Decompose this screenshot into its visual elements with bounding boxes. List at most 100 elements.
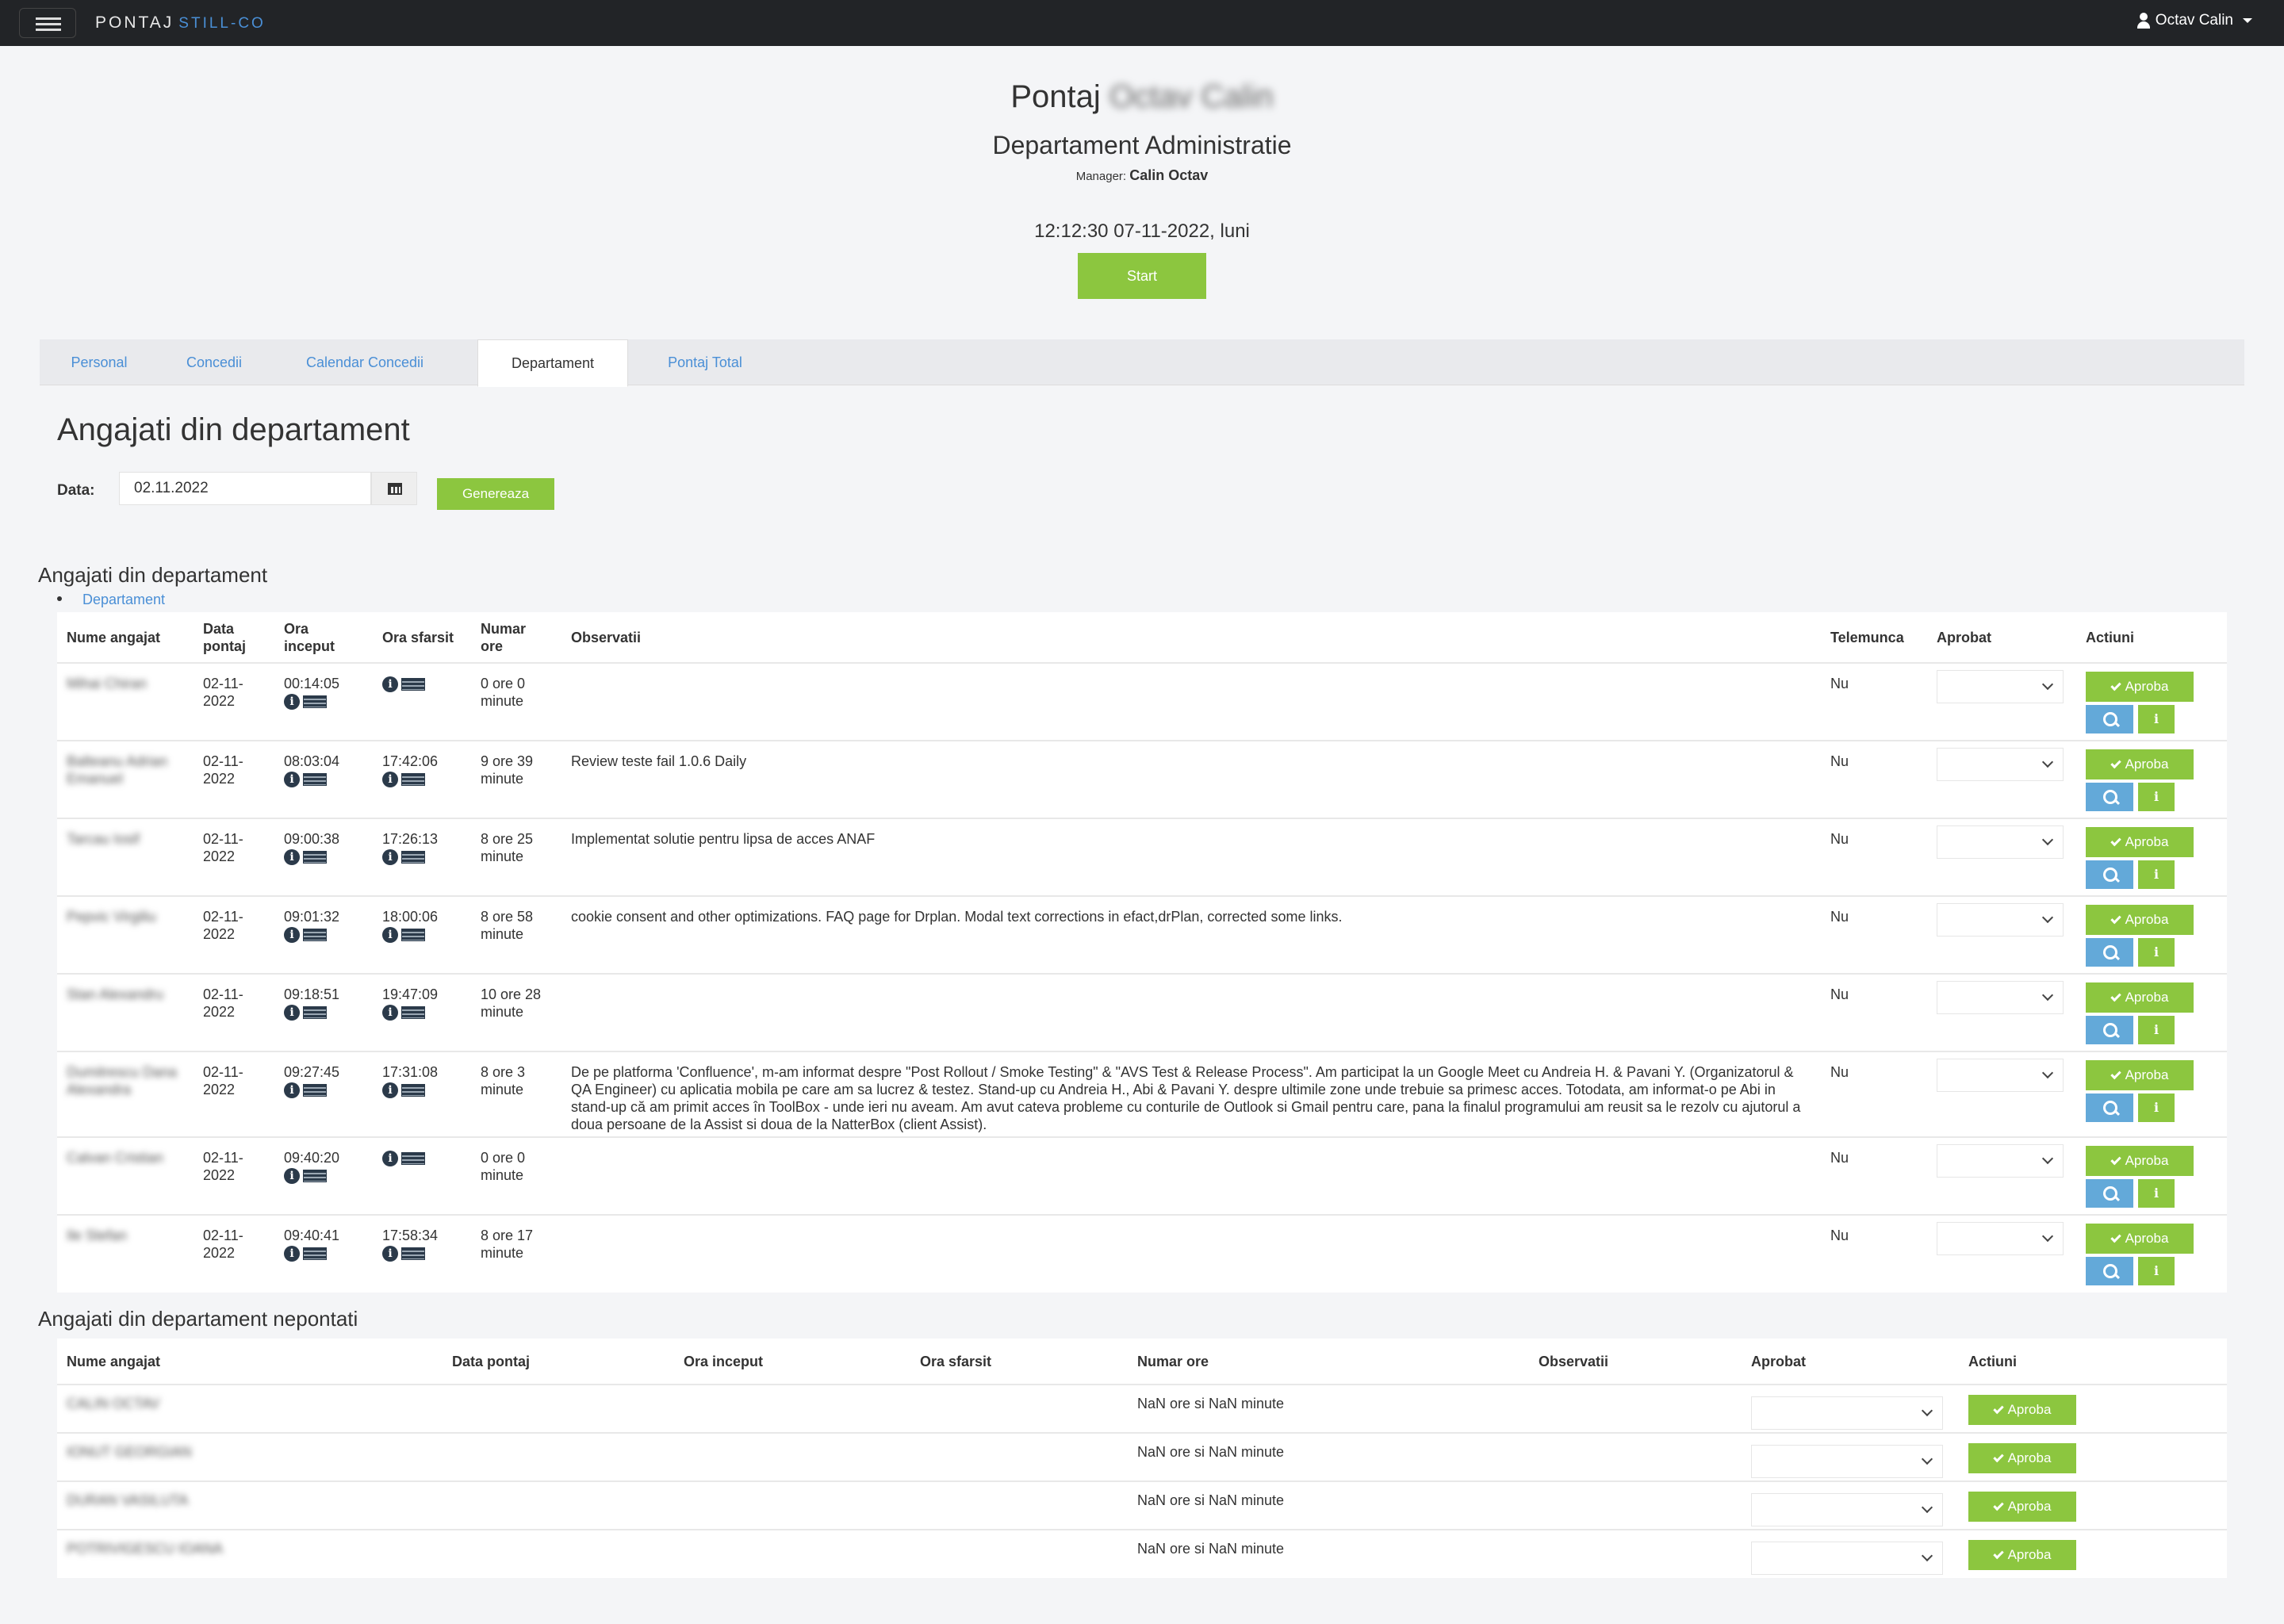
start-button[interactable]: Start <box>1078 253 1206 299</box>
info-icon[interactable]: i <box>382 927 398 943</box>
search-button[interactable] <box>2086 1257 2133 1285</box>
search-button[interactable] <box>2086 705 2133 733</box>
info-icon[interactable]: i <box>382 772 398 787</box>
list-icon[interactable] <box>303 929 327 941</box>
department-employees-table: Nume angajat Data pontaj Ora inceput Ora… <box>57 612 2227 1293</box>
approve-button[interactable]: Aproba <box>1968 1540 2076 1570</box>
approve-button[interactable]: Aproba <box>2086 1146 2194 1176</box>
search-button[interactable] <box>2086 1016 2133 1044</box>
approved-select[interactable] <box>1937 825 2064 859</box>
search-button[interactable] <box>2086 860 2133 889</box>
col-header: Actiuni <box>1968 1353 2017 1369</box>
approved-select[interactable] <box>1751 1542 1943 1575</box>
approve-button[interactable]: Aproba <box>2086 1224 2194 1254</box>
info-icon[interactable]: i <box>284 694 300 710</box>
approved-select[interactable] <box>1937 903 2064 936</box>
approve-button[interactable]: Aproba <box>1968 1492 2076 1522</box>
approved-select[interactable] <box>1751 1445 1943 1478</box>
list-icon[interactable] <box>401 851 425 864</box>
approved-select[interactable] <box>1937 1222 2064 1255</box>
info-button[interactable]: i <box>2138 1257 2175 1285</box>
approved-select[interactable] <box>1937 670 2064 703</box>
list-icon[interactable] <box>401 929 425 941</box>
search-button[interactable] <box>2086 1094 2133 1122</box>
unclocked-employees-table: Nume angajat Data pontaj Ora inceput Ora… <box>57 1339 2227 1578</box>
info-icon[interactable]: i <box>382 676 398 692</box>
info-icon[interactable]: i <box>382 1246 398 1262</box>
info-button[interactable]: i <box>2138 938 2175 967</box>
hamburger-menu-button[interactable] <box>19 8 76 38</box>
info-button[interactable]: i <box>2138 1016 2175 1044</box>
approve-button[interactable]: Aproba <box>2086 905 2194 935</box>
generate-button[interactable]: Genereaza <box>437 478 554 510</box>
approve-button[interactable]: Aproba <box>1968 1395 2076 1425</box>
tab-concedii[interactable]: Concedii <box>167 339 262 385</box>
info-button[interactable]: i <box>2138 705 2175 733</box>
departament-link[interactable]: Departament <box>82 592 165 608</box>
list-icon[interactable] <box>303 1084 327 1097</box>
approve-button[interactable]: Aproba <box>2086 672 2194 702</box>
approved-select[interactable] <box>1937 1059 2064 1092</box>
list-icon[interactable] <box>303 1006 327 1019</box>
search-button[interactable] <box>2086 938 2133 967</box>
calendar-button[interactable] <box>371 472 417 505</box>
chevron-down-icon <box>2041 1230 2054 1243</box>
info-icon[interactable]: i <box>284 772 300 787</box>
observations-cell: De pe platforma 'Confluence', m-am infor… <box>561 1051 1821 1137</box>
list-icon[interactable] <box>401 1084 425 1097</box>
info-icon[interactable]: i <box>382 1005 398 1021</box>
end-icons: i <box>382 772 462 787</box>
list-icon[interactable] <box>303 773 327 786</box>
approve-button[interactable]: Aproba <box>2086 982 2194 1013</box>
approved-select[interactable] <box>1751 1493 1943 1526</box>
info-icon[interactable]: i <box>284 849 300 865</box>
date-input[interactable] <box>119 472 371 505</box>
tab-departament[interactable]: Departament <box>477 339 628 387</box>
list-icon[interactable] <box>401 1247 425 1260</box>
info-icon[interactable]: i <box>284 1082 300 1098</box>
info-icon[interactable]: i <box>382 849 398 865</box>
list-icon[interactable] <box>303 1247 327 1260</box>
approve-button[interactable]: Aproba <box>2086 827 2194 857</box>
approve-label: Aproba <box>2125 756 2169 772</box>
start-time: 09:18:51 <box>284 986 340 1002</box>
search-button[interactable] <box>2086 783 2133 811</box>
list-icon[interactable] <box>401 1152 425 1165</box>
date-cell: 02-11-2022 <box>194 1214 274 1293</box>
table-row: Mihai Chiran 02-11-2022 00:14:05 i i 0 ore 0 … <box>57 662 2227 741</box>
info-button[interactable]: i <box>2138 1094 2175 1122</box>
approve-button[interactable]: Aproba <box>2086 749 2194 779</box>
tab-pontaj-total[interactable]: Pontaj Total <box>646 339 765 385</box>
info-icon[interactable]: i <box>382 1082 398 1098</box>
list-icon[interactable] <box>303 851 327 864</box>
info-icon[interactable]: i <box>284 1005 300 1021</box>
search-button[interactable] <box>2086 1179 2133 1208</box>
approved-select[interactable] <box>1937 748 2064 781</box>
approve-button[interactable]: Aproba <box>2086 1060 2194 1090</box>
list-icon[interactable] <box>303 1170 327 1182</box>
table-row: Balteanu Adrian Emanuel 02-11-2022 08:03:0… <box>57 740 2227 818</box>
list-icon[interactable] <box>401 678 425 691</box>
list-icon[interactable] <box>401 773 425 786</box>
brand-logo[interactable]: PONTAJ STILL-CO <box>95 13 266 33</box>
info-icon[interactable]: i <box>284 1246 300 1262</box>
info-icon[interactable]: i <box>284 927 300 943</box>
employee-name: Balteanu Adrian Emanuel <box>67 753 168 787</box>
approved-select[interactable] <box>1751 1396 1943 1430</box>
approve-label: Aproba <box>2125 990 2169 1005</box>
info-button[interactable]: i <box>2138 860 2175 889</box>
list-icon[interactable] <box>401 1006 425 1019</box>
info-icon[interactable]: i <box>284 1168 300 1184</box>
col-header: Telemunca <box>1830 629 1904 645</box>
user-menu-dropdown[interactable]: Octav Calin <box>2136 12 2252 29</box>
info-button[interactable]: i <box>2138 1179 2175 1208</box>
info-icon[interactable]: i <box>382 1151 398 1166</box>
list-icon[interactable] <box>303 695 327 708</box>
hours-cell: NaN ore si NaN minute <box>1128 1432 1529 1481</box>
approved-select[interactable] <box>1937 981 2064 1014</box>
info-button[interactable]: i <box>2138 783 2175 811</box>
tab-calendar-concedii[interactable]: Calendar Concedii <box>278 339 452 385</box>
tab-personal[interactable]: Personal <box>48 339 151 385</box>
approved-select[interactable] <box>1937 1144 2064 1178</box>
approve-button[interactable]: Aproba <box>1968 1443 2076 1473</box>
